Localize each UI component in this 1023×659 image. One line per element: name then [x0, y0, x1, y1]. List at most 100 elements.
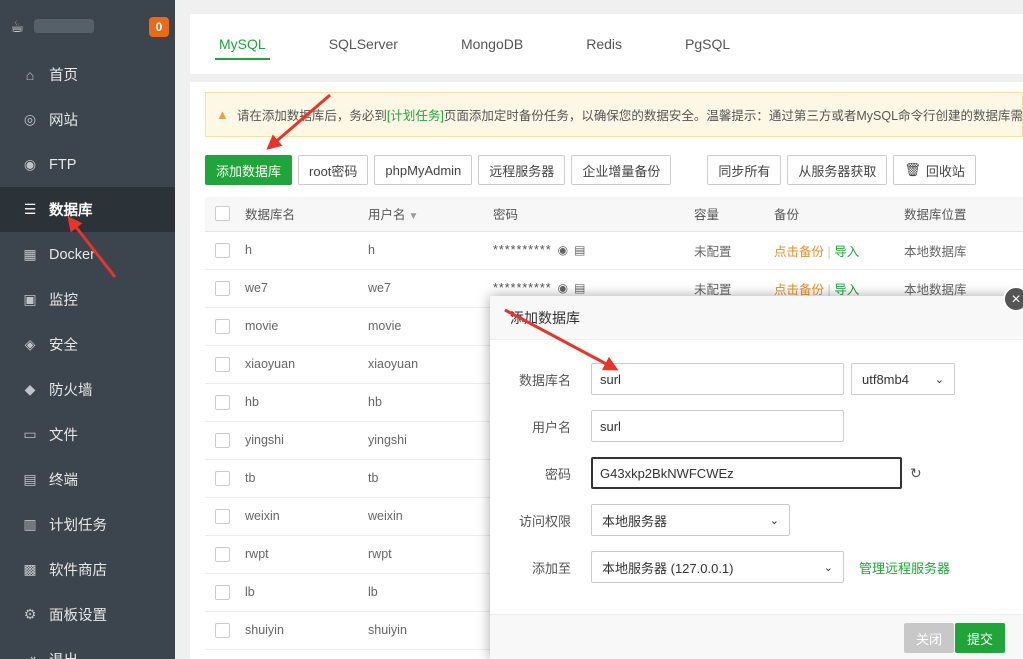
warning-text-before: 请在添加数据库后，务必到 — [236, 109, 387, 123]
addto-select[interactable]: 本地服务器 (127.0.0.1) ⌄ — [591, 551, 844, 583]
row-checkbox[interactable] — [215, 242, 230, 258]
eye-icon[interactable]: ◉ — [558, 243, 568, 257]
row-checkbox[interactable] — [215, 622, 230, 638]
sync-all-button[interactable]: 同步所有 — [707, 155, 782, 185]
manage-remote-server-link[interactable]: 管理远程服务器 — [859, 558, 950, 577]
cell-capacity[interactable]: 未配置 — [694, 231, 774, 270]
eye-icon[interactable]: ◉ — [558, 281, 568, 295]
sidebar-item-label: 监控 — [49, 293, 78, 309]
tab-redis[interactable]: Redis — [582, 14, 626, 74]
sidebar-item-label: 首页 — [49, 68, 78, 84]
header-username[interactable]: 用户名 ▼ — [368, 197, 493, 232]
cell-username: we7 — [368, 269, 493, 308]
table-row[interactable]: h h ********** ◉ ▤ 未配置 点击备份 | 导入 本地数据库 — [205, 231, 1023, 270]
add-database-button[interactable]: 添加数据库 — [205, 155, 293, 185]
sidebar-item-5[interactable]: ▣ 监控 — [0, 277, 175, 322]
fetch-from-server-button[interactable]: 从服务器获取 — [787, 155, 888, 185]
row-checkbox[interactable] — [215, 432, 230, 448]
sidebar-item-1[interactable]: ◎ 网站 — [0, 97, 175, 142]
username-input[interactable] — [591, 410, 844, 442]
charset-value: utf8mb4 — [862, 371, 909, 387]
tab-mysql[interactable]: MySQL — [215, 14, 270, 74]
tab-mongodb[interactable]: MongoDB — [457, 14, 527, 74]
copy-icon[interactable]: ▤ — [574, 243, 585, 257]
add-database-dialog: 添加数据库 数据库名 utf8mb4 ⌄ 用户名 密码 ↻ 访问权限 本地服务器 ⌄… — [490, 296, 1023, 659]
phpmyadmin-button[interactable]: phpMyAdmin — [374, 155, 473, 185]
row-checkbox[interactable] — [215, 470, 230, 486]
sidebar-item-label: 终端 — [49, 473, 78, 489]
sidebar-item-10[interactable]: ▥ 计划任务 — [0, 502, 175, 547]
calendar-icon: ▥ — [23, 516, 37, 532]
tab-pgsql[interactable]: PgSQL — [681, 14, 734, 74]
cell-username: tb — [368, 459, 493, 498]
terminal-icon: ▤ — [23, 471, 37, 487]
row-checkbox[interactable] — [215, 546, 230, 562]
cron-task-link[interactable]: [计划任务] — [387, 105, 444, 124]
select-all-checkbox[interactable] — [215, 206, 230, 222]
database-icon: ☰ — [23, 201, 37, 217]
sort-down-icon[interactable]: ▼ — [409, 211, 419, 222]
row-checkbox[interactable] — [215, 584, 230, 600]
sidebar-item-11[interactable]: ▩ 软件商店 — [0, 547, 175, 592]
sidebar-item-13[interactable]: ⇥ 退出 — [0, 637, 175, 659]
sidebar-item-9[interactable]: ▤ 终端 — [0, 457, 175, 502]
row-checkbox[interactable] — [215, 508, 230, 524]
access-select[interactable]: 本地服务器 ⌄ — [591, 504, 790, 536]
sidebar-item-label: 安全 — [49, 338, 78, 354]
cell-username: h — [368, 231, 493, 270]
globe-icon: ◎ — [23, 111, 37, 127]
password-input[interactable] — [591, 457, 902, 489]
dbname-label: 数据库名 — [518, 372, 571, 388]
import-link[interactable]: 导入 — [834, 283, 859, 297]
logo: ☕ 0 — [0, 0, 175, 52]
charset-select[interactable]: utf8mb4 ⌄ — [851, 363, 955, 395]
shield-icon: ◈ — [24, 336, 36, 352]
sidebar-item-label: 面板设置 — [49, 608, 107, 624]
copy-icon[interactable]: ▤ — [574, 281, 585, 295]
sidebar-item-8[interactable]: ▭ 文件 — [0, 412, 175, 457]
notification-badge[interactable]: 0 — [149, 17, 169, 37]
tab-sqlserver[interactable]: SQLServer — [325, 14, 402, 74]
sidebar-item-6[interactable]: ◈ 安全 — [0, 322, 175, 367]
header-dbname[interactable]: 数据库名 — [245, 197, 368, 232]
sidebar-item-0[interactable]: ⌂ 首页 — [0, 52, 175, 97]
backup-link[interactable]: 点击备份 — [774, 245, 824, 259]
warning-banner: ▲ 请在添加数据库后，务必到 [计划任务] 页面添加定时备份任务，以确保您的数据… — [205, 92, 1023, 137]
sidebar-item-7[interactable]: ◆ 防火墙 — [0, 367, 175, 412]
sidebar-item-2[interactable]: ◉ FTP — [0, 142, 175, 187]
sidebar-item-label: 计划任务 — [49, 518, 107, 534]
sidebar-item-12[interactable]: ⚙ 面板设置 — [0, 592, 175, 637]
row-checkbox[interactable] — [215, 394, 230, 410]
row-checkbox[interactable] — [215, 356, 230, 372]
access-value: 本地服务器 — [602, 513, 668, 529]
incremental-backup-button[interactable]: 企业增量备份 — [571, 155, 672, 185]
cell-dbname: xiaoyuan — [245, 345, 368, 384]
row-checkbox[interactable] — [215, 318, 230, 334]
dbname-input[interactable] — [591, 363, 844, 395]
cell-dbname: shuiyin — [245, 611, 368, 650]
dialog-close-icon[interactable]: × — [1003, 286, 1023, 312]
recycle-bin-button[interactable]: 🗑 回收站 — [893, 155, 976, 185]
submit-button[interactable]: 提交 — [955, 623, 1006, 653]
refresh-icon[interactable]: ↻ — [910, 465, 922, 482]
home-icon: ⌂ — [25, 66, 35, 83]
remote-server-button[interactable]: 远程服务器 — [478, 155, 566, 185]
user-row: 用户名 — [490, 410, 844, 442]
root-password-button[interactable]: root密码 — [298, 155, 369, 185]
row-checkbox[interactable] — [215, 280, 230, 296]
header-capacity: 容量 — [694, 197, 774, 232]
logout-icon: ⇥ — [24, 651, 36, 659]
sidebar-item-label: 防火墙 — [49, 383, 93, 399]
sidebar-item-3[interactable]: ☰ 数据库 — [0, 187, 175, 232]
backup-link[interactable]: 点击备份 — [774, 283, 824, 297]
warning-icon: ▲ — [216, 107, 229, 122]
recycle-bin-label: 回收站 — [925, 163, 965, 179]
cell-username: movie — [368, 307, 493, 346]
sidebar-item-4[interactable]: ▦ Docker — [0, 232, 175, 277]
dialog-footer: 关闭 提交 — [490, 614, 1023, 659]
ftp-icon: ◉ — [23, 156, 37, 172]
cell-password: ********** — [493, 243, 552, 257]
close-button[interactable]: 关闭 — [904, 623, 955, 653]
cell-username: lb — [368, 573, 493, 612]
import-link[interactable]: 导入 — [834, 245, 859, 259]
